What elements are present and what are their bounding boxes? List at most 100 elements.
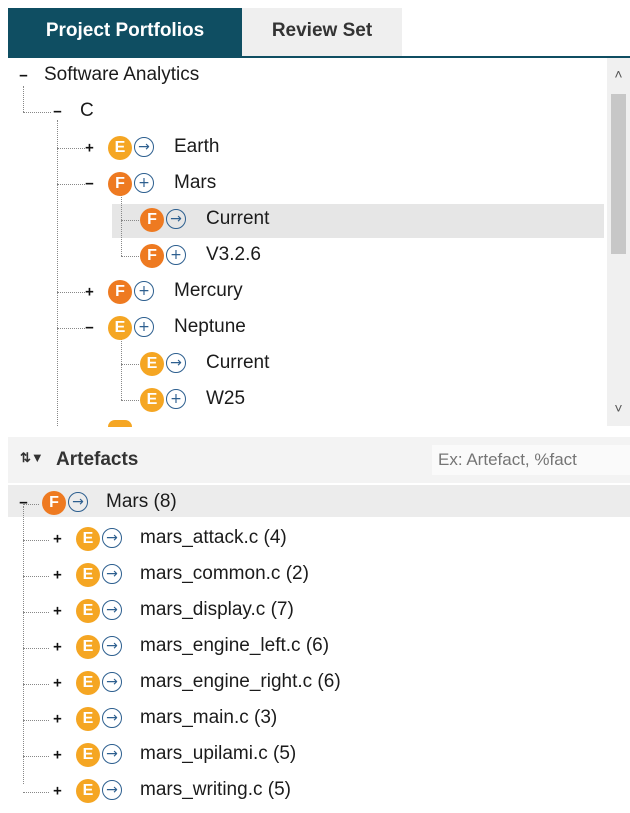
tree-item-label: Mars: [174, 172, 217, 193]
artefact-row[interactable]: + E → mars_upilami.c (5): [0, 739, 620, 773]
tree-row-mars[interactable]: − F + Mars: [0, 168, 600, 202]
expand-icon[interactable]: +: [52, 604, 63, 618]
rating-badge-icon: E: [76, 671, 100, 695]
rating-badge-icon: F: [108, 280, 132, 304]
trend-arrow-icon: →: [102, 600, 122, 620]
expand-icon[interactable]: +: [84, 285, 95, 299]
tree-item-label: Current: [206, 352, 270, 373]
collapse-icon[interactable]: −: [18, 496, 29, 510]
artefact-row[interactable]: + E → mars_common.c (2): [0, 559, 620, 593]
collapse-icon[interactable]: −: [84, 177, 95, 191]
tree-guide: [23, 612, 49, 613]
tree-item-label: Current: [206, 208, 270, 229]
rating-badge-icon: [108, 420, 132, 427]
rating-badge-icon: F: [140, 208, 164, 232]
tree-item-label: Earth: [174, 136, 220, 157]
tab-project-portfolios[interactable]: Project Portfolios: [8, 8, 242, 58]
rating-badge-icon: E: [76, 635, 100, 659]
artefact-label: mars_writing.c (5): [140, 779, 291, 800]
artefact-row[interactable]: + E → mars_display.c (7): [0, 595, 620, 629]
rating-badge-icon: F: [42, 491, 66, 515]
rating-badge-icon: E: [140, 388, 164, 412]
tree-row-neptune-current[interactable]: E → Current: [0, 348, 600, 382]
rating-badge-icon: E: [76, 599, 100, 623]
trend-plus-icon: +: [166, 245, 186, 265]
artefact-label: mars_common.c (2): [140, 563, 309, 584]
expand-icon[interactable]: +: [52, 640, 63, 654]
artefact-root-label: Mars (8): [106, 491, 177, 512]
trend-arrow-icon: →: [102, 780, 122, 800]
rating-badge-icon: E: [140, 352, 164, 376]
scroll-down-icon[interactable]: ˅: [607, 398, 630, 418]
artefact-label: mars_upilami.c (5): [140, 743, 297, 764]
tab-review-set[interactable]: Review Set: [242, 8, 402, 58]
tree-item-label: Neptune: [174, 316, 246, 337]
trend-arrow-icon: →: [102, 672, 122, 692]
tree-row-neptune[interactable]: − E + Neptune: [0, 312, 600, 346]
tree-row-earth[interactable]: + E → Earth: [0, 132, 600, 166]
sort-filter-icon[interactable]: ⇅▼: [20, 450, 44, 466]
rating-badge-icon: E: [76, 527, 100, 551]
expand-icon[interactable]: +: [52, 568, 63, 582]
tree-root-label: Software Analytics: [44, 64, 200, 85]
rating-badge-icon: E: [76, 563, 100, 587]
trend-arrow-icon: →: [102, 636, 122, 656]
expand-icon[interactable]: +: [52, 676, 63, 690]
collapse-icon[interactable]: −: [52, 105, 63, 119]
artefact-row[interactable]: + E → mars_engine_left.c (6): [0, 631, 620, 665]
artefact-label: mars_attack.c (4): [140, 527, 287, 548]
artefacts-title: Artefacts: [56, 449, 139, 470]
scroll-thumb[interactable]: [611, 94, 626, 254]
tree-guide: [23, 648, 49, 649]
rating-badge-icon: F: [140, 244, 164, 268]
artefact-label: mars_display.c (7): [140, 599, 294, 620]
trend-arrow-icon: →: [102, 744, 122, 764]
expand-icon[interactable]: +: [52, 784, 63, 798]
tree-group-label: C: [80, 100, 94, 121]
tree-item-label: W25: [206, 388, 246, 409]
rating-badge-icon: E: [76, 743, 100, 767]
rating-badge-icon: E: [108, 316, 132, 340]
tree-row-mars-current[interactable]: F → Current: [0, 204, 600, 238]
artefact-label: mars_engine_left.c (6): [140, 635, 330, 656]
expand-icon[interactable]: +: [52, 748, 63, 762]
tree-row-mars-version[interactable]: F + V3.2.6: [0, 240, 600, 274]
rating-badge-icon: E: [76, 779, 100, 803]
tree-guide: [23, 576, 49, 577]
artefact-row[interactable]: + E → mars_attack.c (4): [0, 523, 620, 557]
tree-guide: [23, 720, 49, 721]
trend-arrow-icon: →: [68, 492, 88, 512]
tree-row-root[interactable]: − Software Analytics: [0, 60, 600, 94]
tree-scrollbar[interactable]: ˄ ˅: [607, 58, 630, 426]
tree-row-group[interactable]: − C: [0, 96, 600, 130]
trend-arrow-icon: →: [102, 528, 122, 548]
expand-icon[interactable]: +: [52, 532, 63, 546]
tab-bar: Project Portfolios Review Set: [0, 0, 630, 58]
trend-arrow-icon: →: [134, 137, 154, 157]
rating-badge-icon: F: [108, 172, 132, 196]
trend-plus-icon: +: [134, 317, 154, 337]
artefact-root-row[interactable]: − F → Mars (8): [0, 487, 620, 521]
tree-item-label: Mercury: [174, 280, 243, 301]
scroll-up-icon[interactable]: ˄: [607, 64, 630, 84]
tree-row-mercury[interactable]: + F + Mercury: [0, 276, 600, 310]
artefact-label: mars_engine_right.c (6): [140, 671, 341, 692]
trend-arrow-icon: →: [102, 564, 122, 584]
artefact-row[interactable]: + E → mars_main.c (3): [0, 703, 620, 737]
collapse-icon[interactable]: −: [18, 69, 29, 83]
trend-plus-icon: +: [166, 389, 186, 409]
artefact-row[interactable]: + E → mars_engine_right.c (6): [0, 667, 620, 701]
trend-arrow-icon: →: [166, 209, 186, 229]
trend-plus-icon: +: [134, 173, 154, 193]
trend-plus-icon: +: [134, 281, 154, 301]
tree-row-neptune-w25[interactable]: E + W25: [0, 384, 600, 418]
artefact-row[interactable]: + E → mars_writing.c (5): [0, 775, 620, 809]
collapse-icon[interactable]: −: [84, 321, 95, 335]
expand-icon[interactable]: +: [52, 712, 63, 726]
artefact-label: mars_main.c (3): [140, 707, 278, 728]
trend-arrow-icon: →: [102, 708, 122, 728]
rating-badge-icon: E: [76, 707, 100, 731]
tab-underline: [8, 56, 630, 58]
artefact-search-input[interactable]: [432, 445, 630, 475]
expand-icon[interactable]: +: [84, 141, 95, 155]
